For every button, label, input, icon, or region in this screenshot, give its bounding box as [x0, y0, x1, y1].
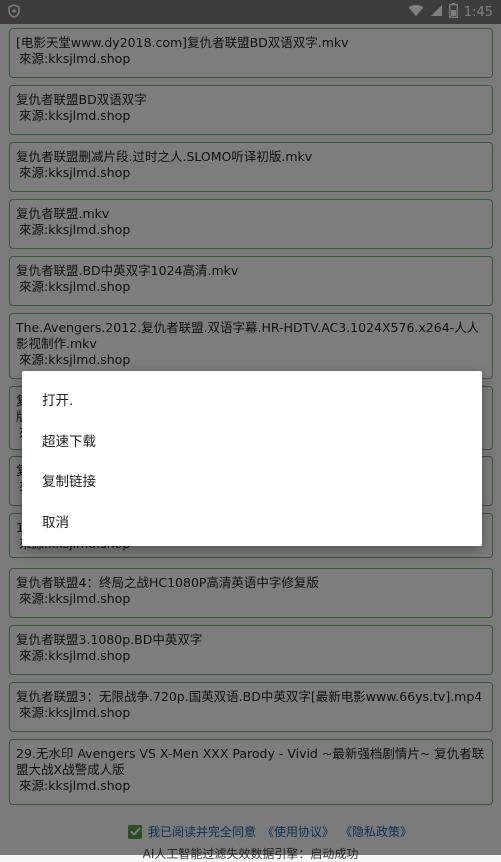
context-menu-dialog: 打开. 超速下载 复制链接 取消	[22, 371, 482, 546]
menu-item-copy-link[interactable]: 复制链接	[42, 470, 96, 490]
menu-item-cancel[interactable]: 取消	[42, 511, 69, 531]
menu-item-fast-download[interactable]: 超速下载	[42, 430, 96, 450]
menu-item-open[interactable]: 打开.	[42, 389, 73, 409]
